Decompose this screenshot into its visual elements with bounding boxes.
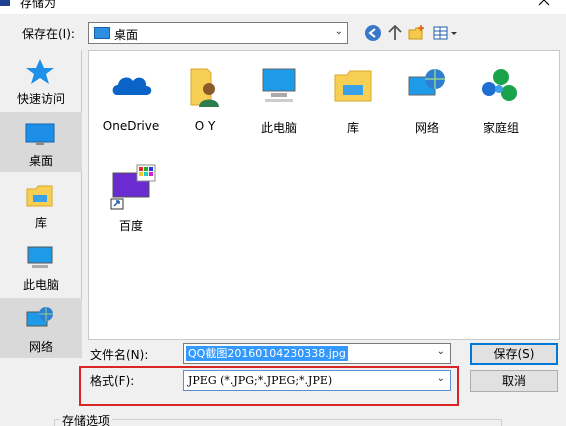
library-icon — [334, 70, 372, 102]
star-icon — [26, 59, 54, 84]
place-network[interactable]: 网络 — [0, 298, 82, 358]
options-group — [54, 419, 502, 426]
title-bar: 存储为 — [0, 0, 566, 14]
filename-input[interactable]: QQ截图20160104230338.jpg ⌄ — [183, 343, 451, 364]
desktop-icon — [94, 27, 110, 39]
highlight-annotation — [79, 366, 459, 406]
chevron-down-icon: ⌄ — [334, 26, 343, 37]
save-in-label: 保存在(I): — [22, 27, 75, 41]
cancel-button[interactable]: 取消 — [470, 370, 558, 392]
library-icon — [26, 185, 53, 207]
file-item-homegroup[interactable]: 家庭组 — [465, 59, 537, 149]
place-label: 网络 — [28, 340, 53, 354]
back-icon[interactable] — [364, 24, 382, 42]
place-computer[interactable]: 此电脑 — [0, 236, 82, 296]
place-label: 此电脑 — [22, 278, 59, 292]
file-item-baidu[interactable]: 百度 — [95, 157, 167, 247]
network-icon — [26, 307, 53, 327]
place-quick-access[interactable]: 快速访问 — [0, 50, 82, 110]
desktop-icon — [25, 123, 55, 145]
file-label: 家庭组 — [482, 121, 519, 135]
file-item-library[interactable]: 库 — [317, 59, 389, 149]
user-folder-icon — [190, 68, 219, 107]
onedrive-icon — [112, 77, 152, 95]
network-icon — [408, 69, 445, 96]
shortcut-icon — [110, 164, 156, 210]
chevron-down-icon[interactable]: ⌄ — [437, 346, 445, 357]
save-in-select[interactable]: 桌面 ⌄ — [88, 22, 348, 44]
save-dialog: 保存在(I): 桌面 ⌄ 快速访问 桌面 库 此电脑 网络 OneDrive O… — [0, 14, 566, 426]
filename-label: 文件名(N): — [90, 348, 149, 362]
file-item-onedrive[interactable]: OneDrive — [95, 59, 167, 149]
place-label: 桌面 — [28, 154, 53, 168]
file-label: OneDrive — [102, 119, 160, 133]
places-sidebar: 快速访问 桌面 库 此电脑 网络 — [0, 50, 82, 358]
computer-icon — [262, 68, 296, 102]
file-list: OneDrive O Y 此电脑 库 网络 家庭组 百度 — [88, 50, 560, 340]
app-icon — [0, 0, 10, 6]
file-item-computer[interactable]: 此电脑 — [243, 59, 315, 149]
file-label: 库 — [346, 121, 359, 135]
place-label: 库 — [34, 216, 47, 230]
place-label: 快速访问 — [16, 92, 65, 106]
options-label: 存储选项 — [60, 412, 113, 426]
file-label: O Y — [194, 119, 216, 133]
new-folder-icon[interactable] — [408, 24, 426, 42]
computer-icon — [27, 246, 53, 268]
up-folder-icon[interactable] — [386, 24, 404, 42]
file-item-user[interactable]: O Y — [169, 59, 241, 149]
save-button[interactable]: 保存(S) — [470, 343, 558, 365]
place-library[interactable]: 库 — [0, 174, 82, 234]
view-menu-icon[interactable] — [432, 24, 460, 42]
file-item-network[interactable]: 网络 — [391, 59, 463, 149]
filename-value: QQ截图20160104230338.jpg — [186, 346, 348, 361]
file-label: 百度 — [118, 219, 143, 233]
homegroup-icon — [482, 69, 517, 101]
window-title: 存储为 — [20, 0, 57, 10]
file-label: 网络 — [414, 121, 439, 135]
save-in-value: 桌面 — [114, 28, 139, 42]
file-label: 此电脑 — [260, 121, 297, 135]
close-icon[interactable] — [536, 0, 552, 8]
place-desktop[interactable]: 桌面 — [0, 112, 82, 172]
